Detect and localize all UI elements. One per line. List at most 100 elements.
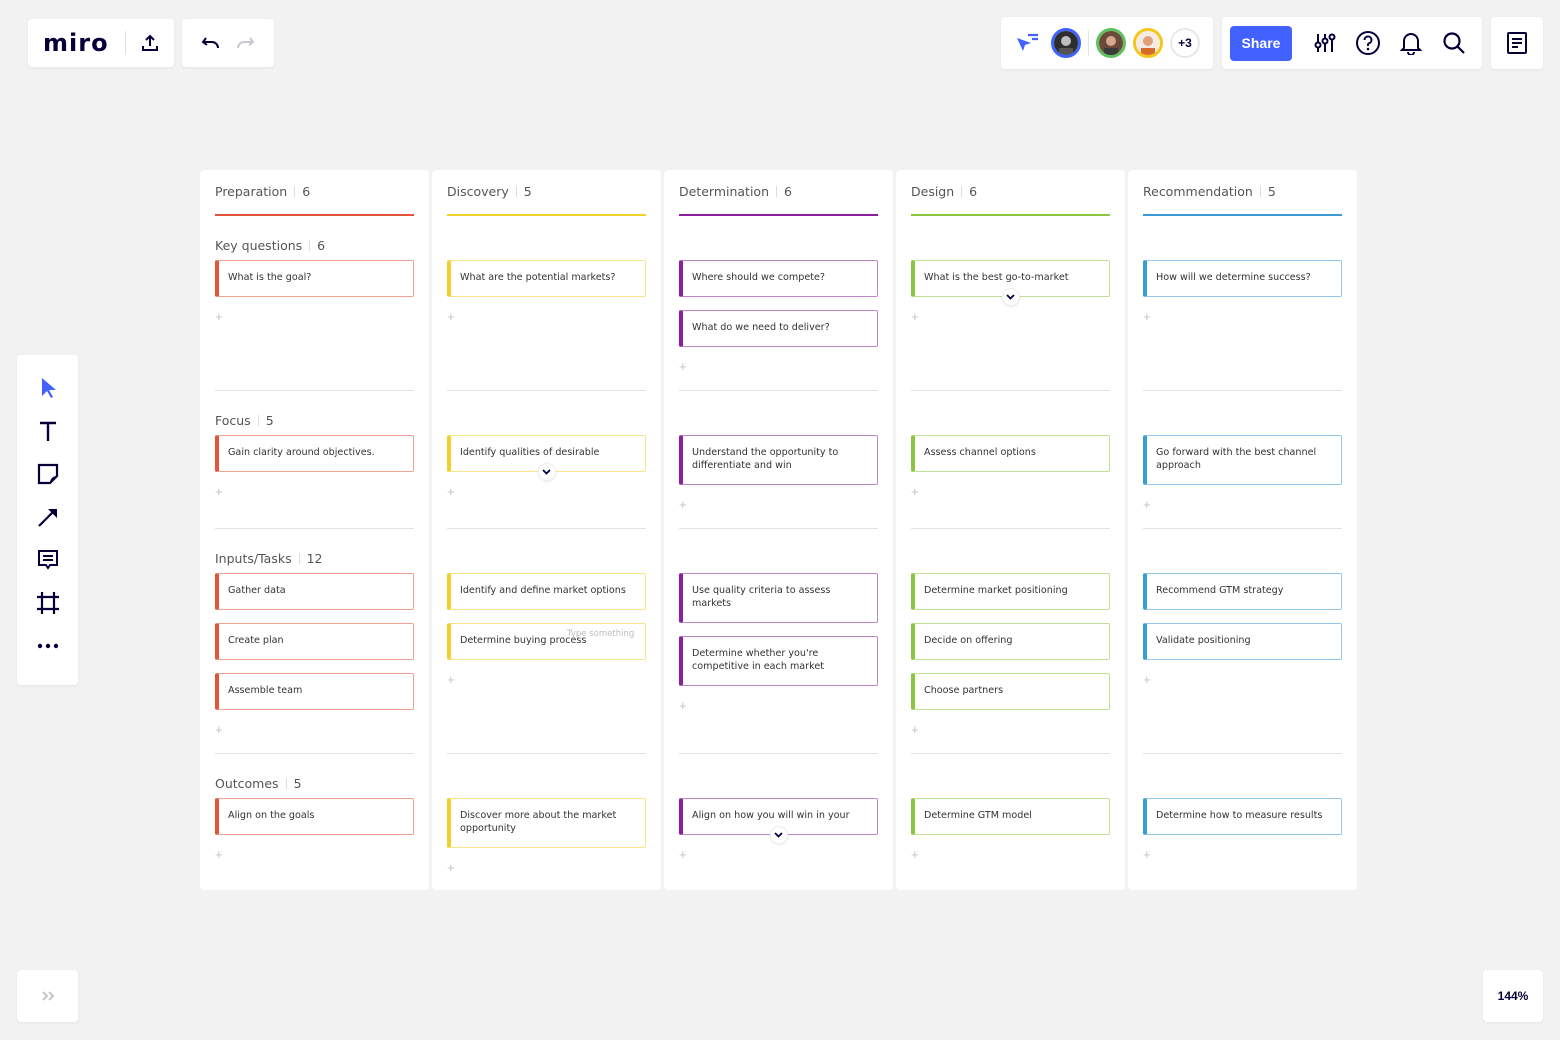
expand-card-button[interactable] <box>1001 288 1020 306</box>
column-header: Determination 6 <box>679 184 878 199</box>
column-header: Discovery 5 <box>447 184 646 199</box>
add-card-button[interactable]: + <box>679 360 687 373</box>
add-card-button[interactable]: + <box>447 485 455 498</box>
add-card-button[interactable]: + <box>447 861 455 874</box>
avatar[interactable] <box>1096 28 1126 58</box>
column-color-line <box>447 214 646 216</box>
task-card[interactable]: Assess channel options <box>911 435 1110 472</box>
column-title: Preparation <box>215 184 288 199</box>
undo-button[interactable] <box>201 35 221 51</box>
column-count: 5 <box>523 184 532 199</box>
task-card[interactable]: Recommend GTM strategy <box>1143 573 1342 610</box>
task-card[interactable]: Gain clarity around objectives. <box>215 435 414 472</box>
top-tools-panel: Share <box>1222 17 1482 69</box>
section-count: 12 <box>306 551 323 566</box>
notes-button[interactable] <box>1506 31 1528 55</box>
typing-hint: Type something <box>567 629 635 639</box>
comment-tool-button[interactable] <box>33 545 63 575</box>
more-collaborators-badge[interactable]: +3 <box>1170 28 1200 58</box>
add-card-button[interactable]: + <box>911 723 919 736</box>
column-count: 6 <box>784 184 792 199</box>
task-card[interactable]: Determine market positioning <box>911 573 1110 610</box>
board-settings-button[interactable] <box>1304 25 1346 61</box>
task-card[interactable]: Use quality criteria to assess markets <box>679 573 878 623</box>
card-text: Align on how you will win in your <box>692 810 850 821</box>
miro-logo[interactable]: miro <box>43 29 109 57</box>
chevron-down-icon <box>1006 294 1015 300</box>
add-card-button[interactable]: + <box>911 485 919 498</box>
select-tool-button[interactable] <box>33 373 63 403</box>
task-card[interactable]: Understand the opportunity to differenti… <box>679 435 878 485</box>
add-card-button[interactable]: + <box>679 699 687 712</box>
task-card[interactable]: What do we need to deliver? <box>679 310 878 347</box>
kanban-board: Preparation 6 Key questions 6 What is the go… <box>200 170 1357 890</box>
add-card-button[interactable]: + <box>1143 673 1151 686</box>
task-card[interactable]: Choose partners <box>911 673 1110 710</box>
left-toolbar <box>17 355 78 685</box>
avatar[interactable] <box>1051 28 1081 58</box>
expand-panel <box>17 970 78 1022</box>
task-card[interactable]: Discover more about the market opportuni… <box>447 798 646 848</box>
add-card-button[interactable]: + <box>215 310 223 323</box>
section-divider <box>215 753 414 754</box>
task-card[interactable]: Identify and define market options <box>447 573 646 610</box>
export-button[interactable] <box>140 33 160 53</box>
more-tools-button[interactable] <box>33 631 63 661</box>
add-card-button[interactable]: + <box>679 848 687 861</box>
frame-tool-button[interactable] <box>33 588 63 618</box>
add-card-button[interactable]: + <box>911 848 919 861</box>
section-divider <box>911 753 1110 754</box>
add-card-button[interactable]: + <box>215 848 223 861</box>
add-card-button[interactable]: + <box>1143 310 1151 323</box>
expand-card-button[interactable] <box>537 463 556 481</box>
column-title: Recommendation <box>1143 184 1253 199</box>
column-header: Design 6 <box>911 184 1110 199</box>
column-title: Design <box>911 184 955 199</box>
share-button[interactable]: Share <box>1230 25 1292 61</box>
count-separator <box>285 778 287 789</box>
task-card[interactable]: How will we determine success? <box>1143 260 1342 297</box>
add-card-button[interactable]: + <box>447 310 455 323</box>
card-text: What is the best go-to-market <box>924 272 1069 283</box>
section-divider <box>447 390 646 391</box>
arrow-tool-button[interactable] <box>33 502 63 532</box>
zoom-level-button[interactable]: 144% <box>1483 970 1543 1022</box>
task-card[interactable]: Determine how to measure results <box>1143 798 1342 835</box>
task-card[interactable]: Determine whether you're competitive in … <box>679 636 878 686</box>
text-tool-button[interactable] <box>33 416 63 446</box>
undo-icon <box>201 37 219 49</box>
task-card[interactable]: Validate positioning <box>1143 623 1342 660</box>
task-card[interactable]: Assemble team <box>215 673 414 710</box>
expand-card-button[interactable] <box>769 826 788 844</box>
task-card[interactable]: Align on the goals <box>215 798 414 835</box>
task-card[interactable]: Gather data <box>215 573 414 610</box>
add-card-button[interactable]: + <box>215 723 223 736</box>
notifications-button[interactable] <box>1390 25 1432 61</box>
task-card[interactable]: What are the potential markets? <box>447 260 646 297</box>
sticky-note-tool-button[interactable] <box>33 459 63 489</box>
add-card-button[interactable]: + <box>1143 848 1151 861</box>
count-separator <box>257 415 259 426</box>
add-card-button[interactable]: + <box>679 498 687 511</box>
avatar[interactable] <box>1133 28 1163 58</box>
follow-cursor-button[interactable] <box>1015 32 1041 54</box>
task-card[interactable]: Decide on offering <box>911 623 1110 660</box>
search-button[interactable] <box>1432 25 1476 61</box>
task-card[interactable]: What is the goal? <box>215 260 414 297</box>
task-card[interactable]: Go forward with the best channel approac… <box>1143 435 1342 485</box>
task-card[interactable]: Create plan <box>215 623 414 660</box>
section-divider <box>679 390 878 391</box>
frame-icon <box>36 592 59 614</box>
add-card-button[interactable]: + <box>215 485 223 498</box>
add-card-button[interactable]: + <box>447 673 455 686</box>
more-icon <box>37 643 58 649</box>
task-card[interactable]: Determine GTM model <box>911 798 1110 835</box>
board-column: Design 6 What is the best go-to-market + Ass… <box>896 170 1125 890</box>
help-button[interactable] <box>1346 25 1390 61</box>
expand-button[interactable] <box>41 990 55 1002</box>
sticky-note-icon <box>37 463 58 485</box>
redo-button[interactable] <box>235 35 255 51</box>
add-card-button[interactable]: + <box>911 310 919 323</box>
task-card[interactable]: Where should we compete? <box>679 260 878 297</box>
add-card-button[interactable]: + <box>1143 498 1151 511</box>
